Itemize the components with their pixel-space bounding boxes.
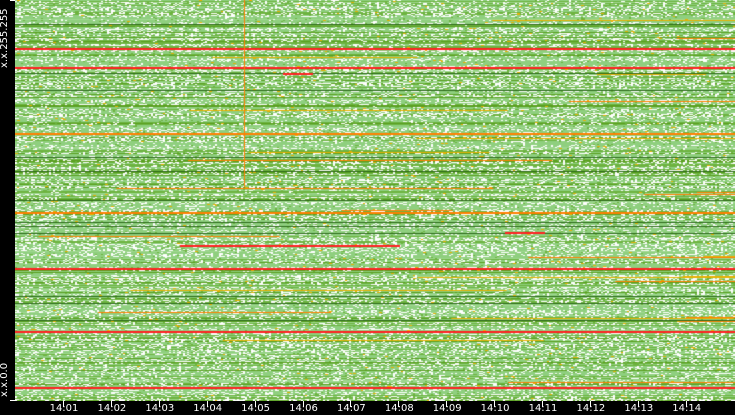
x-tick-label: 14:09 xyxy=(432,403,462,414)
x-tick-label: 14:13 xyxy=(624,403,654,414)
y-tick-bottom xyxy=(10,400,15,401)
heatmap-canvas[interactable] xyxy=(15,0,735,401)
x-tick-label: 14:08 xyxy=(384,403,414,414)
x-tick-label: 14:11 xyxy=(528,403,558,414)
x-tick-label: 14:10 xyxy=(480,403,510,414)
x-tick-label: 14:01 xyxy=(49,403,79,414)
x-tick-label: 14:07 xyxy=(336,403,366,414)
x-tick-label: 14:03 xyxy=(145,403,175,414)
x-tick-label: 14:02 xyxy=(97,403,127,414)
x-tick-label: 14:14 xyxy=(672,403,702,414)
x-tick-label: 14:06 xyxy=(289,403,318,414)
x-tick-label: 14:12 xyxy=(576,403,606,414)
y-label-bottom: x.x.0.0 xyxy=(0,362,10,397)
x-tick-label: 14:04 xyxy=(193,403,223,414)
x-tick-label: 14:05 xyxy=(241,403,271,414)
y-label-top: x.x.255.255 xyxy=(0,8,10,68)
y-tick-top xyxy=(10,0,15,1)
